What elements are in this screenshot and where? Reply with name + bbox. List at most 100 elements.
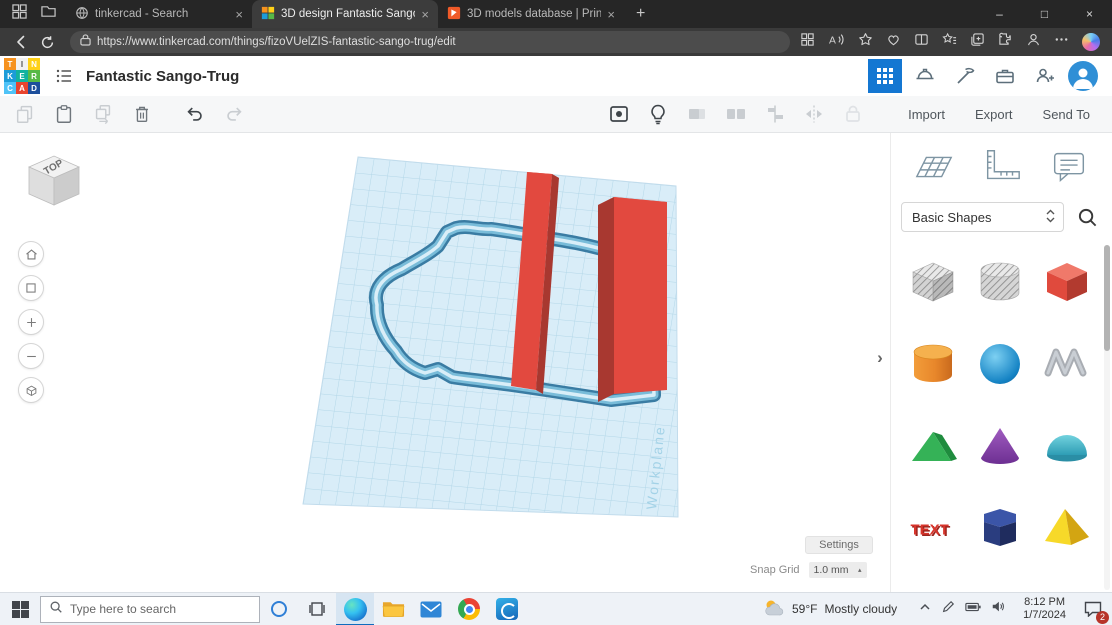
account-avatar[interactable]: [1068, 61, 1098, 91]
tab-close-icon[interactable]: ×: [235, 8, 243, 21]
shape-box-hole[interactable]: [903, 250, 963, 312]
light-bulb-button[interactable]: [645, 101, 671, 127]
copilot-icon[interactable]: [1082, 33, 1100, 51]
back-button[interactable]: [8, 30, 34, 54]
taskbar-search[interactable]: [40, 596, 260, 623]
design-menu-icon[interactable]: [50, 62, 78, 90]
show-all-button[interactable]: [606, 101, 632, 127]
search-input[interactable]: [70, 602, 251, 616]
export-button[interactable]: Export: [975, 107, 1013, 122]
address-bar[interactable]: https://www.tinkercad.com/things/fizoVUe…: [70, 31, 790, 53]
shape-half-sphere[interactable]: [1037, 414, 1097, 476]
battery-tray-icon[interactable]: [965, 600, 981, 618]
add-favorite-star-icon[interactable]: [858, 32, 873, 52]
scrollbar-thumb[interactable]: [1104, 245, 1110, 351]
file-explorer-icon[interactable]: [374, 593, 412, 625]
chrome-icon[interactable]: [450, 593, 488, 625]
tray-expand-icon[interactable]: [919, 600, 931, 618]
copy-button[interactable]: [12, 101, 38, 127]
mirror-button[interactable]: [801, 101, 827, 127]
briefcase-icon[interactable]: [988, 59, 1022, 93]
browser-tab-active[interactable]: 3D design Fantastic Sango-Trug ×: [252, 0, 438, 28]
shape-text[interactable]: TEXTTEXT: [903, 496, 963, 558]
tab-close-icon[interactable]: ×: [421, 8, 429, 21]
close-button[interactable]: ×: [1067, 0, 1112, 28]
profile-icon[interactable]: [1026, 32, 1041, 52]
apps-icon[interactable]: [800, 32, 815, 52]
refresh-button[interactable]: [34, 30, 60, 54]
shape-roof[interactable]: [903, 414, 963, 476]
shape-sphere[interactable]: [970, 332, 1030, 394]
extensions-icon[interactable]: [998, 32, 1013, 52]
ungroup-button[interactable]: [723, 101, 749, 127]
notes-tool-button[interactable]: [1046, 143, 1092, 191]
import-button[interactable]: Import: [908, 107, 945, 122]
tab-close-icon[interactable]: ×: [607, 8, 615, 21]
tools-pickaxe-icon[interactable]: [948, 59, 982, 93]
paste-button[interactable]: [51, 101, 77, 127]
tinkercad-logo[interactable]: T I N K E R C A D: [4, 58, 40, 94]
edge-taskbar-icon[interactable]: [336, 593, 374, 625]
invite-person-icon[interactable]: [1028, 59, 1062, 93]
maximize-button[interactable]: □: [1022, 0, 1067, 28]
fit-view-button[interactable]: [18, 275, 44, 301]
cura-app-icon[interactable]: [488, 593, 526, 625]
dashboard-grid-button[interactable]: [868, 59, 902, 93]
workplane-tool-button[interactable]: [911, 143, 957, 191]
cortana-button[interactable]: [260, 593, 298, 625]
shape-cone[interactable]: [970, 414, 1030, 476]
action-center-button[interactable]: 2: [1074, 593, 1112, 625]
read-aloud-icon[interactable]: A: [828, 32, 845, 52]
design-title[interactable]: Fantastic Sango-Trug: [86, 68, 239, 85]
panel-collapse-button[interactable]: ›: [872, 345, 888, 371]
collections-icon[interactable]: [970, 32, 985, 52]
panel-scrollbar[interactable]: [1104, 245, 1110, 590]
shape-cylinder[interactable]: [903, 332, 963, 394]
minimize-button[interactable]: –: [977, 0, 1022, 28]
duplicate-button[interactable]: [90, 101, 116, 127]
settings-dots-icon[interactable]: [1054, 32, 1069, 52]
browser-tab[interactable]: 3D models database | Printables ×: [438, 0, 624, 28]
split-screen-icon[interactable]: [914, 32, 929, 52]
shape-category-dropdown[interactable]: Basic Shapes: [901, 202, 1064, 232]
start-button[interactable]: [0, 593, 40, 625]
site-info-lock-icon[interactable]: [80, 33, 91, 51]
volume-tray-icon[interactable]: [991, 600, 1005, 618]
new-tab-button[interactable]: +: [624, 5, 657, 23]
home-view-button[interactable]: [18, 241, 44, 267]
redo-button[interactable]: [221, 101, 247, 127]
design-canvas[interactable]: Workplane TOP Settings Snap Grid 1.0 mm: [0, 133, 890, 592]
shape-box[interactable]: [1037, 250, 1097, 312]
helmet-icon[interactable]: [908, 59, 942, 93]
mail-app-icon[interactable]: [412, 593, 450, 625]
red-box-shape[interactable]: [598, 197, 667, 402]
shape-cylinder-hole[interactable]: [970, 250, 1030, 312]
browser-tab[interactable]: tinkercad - Search ×: [66, 0, 252, 28]
vertical-tabs-icon[interactable]: [41, 4, 56, 24]
group-button[interactable]: [684, 101, 710, 127]
settings-button[interactable]: Settings: [805, 536, 873, 554]
workspaces-icon[interactable]: [12, 4, 27, 24]
send-to-button[interactable]: Send To: [1043, 107, 1090, 122]
ruler-tool-button[interactable]: [979, 143, 1025, 191]
zoom-in-button[interactable]: [18, 309, 44, 335]
taskbar-clock[interactable]: 8:12 PM 1/7/2024: [1015, 596, 1074, 622]
perspective-toggle-button[interactable]: [18, 377, 44, 403]
weather-widget[interactable]: 59°F Mostly cloudy: [751, 598, 909, 620]
delete-button[interactable]: [129, 101, 155, 127]
shape-polygon[interactable]: [970, 496, 1030, 558]
shape-scribble[interactable]: [1037, 332, 1097, 394]
scene-3d[interactable]: Workplane: [0, 133, 890, 592]
pen-tray-icon[interactable]: [941, 600, 955, 619]
lock-button[interactable]: [840, 101, 866, 127]
shape-search-button[interactable]: [1072, 202, 1102, 232]
favorites-icon[interactable]: [942, 32, 957, 52]
snap-grid-dropdown[interactable]: 1.0 mm ▴: [809, 562, 867, 578]
undo-button[interactable]: [182, 101, 208, 127]
task-view-button[interactable]: [298, 593, 336, 625]
browser-essentials-icon[interactable]: [886, 32, 901, 52]
shape-pyramid[interactable]: [1037, 496, 1097, 558]
zoom-out-button[interactable]: [18, 343, 44, 369]
view-cube[interactable]: TOP: [20, 147, 88, 209]
align-button[interactable]: [762, 101, 788, 127]
